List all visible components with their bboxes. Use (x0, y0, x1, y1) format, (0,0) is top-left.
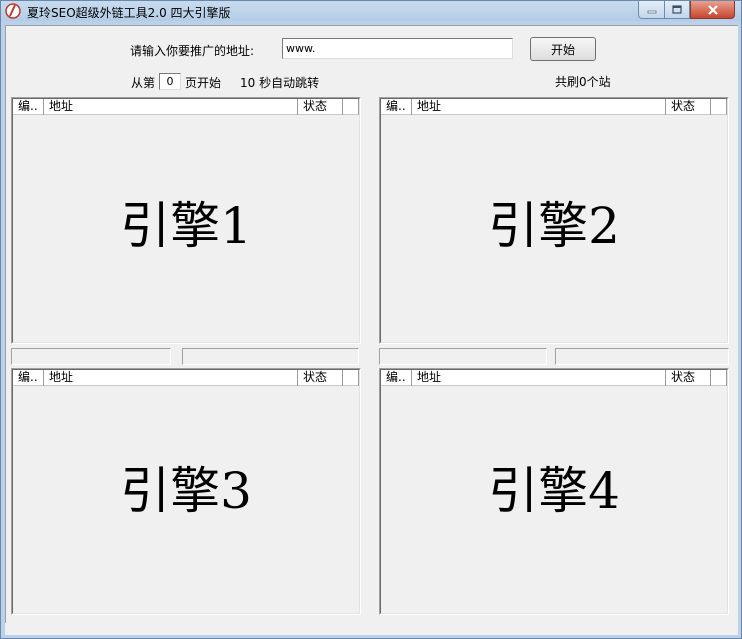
engine-2-status-segment (379, 348, 547, 365)
col-number-header[interactable]: 编.. (381, 99, 412, 115)
engine-4-header: 编.. 地址 状态 (381, 370, 727, 386)
close-icon (707, 4, 718, 15)
col-filler-header (711, 370, 727, 386)
col-status-header[interactable]: 状态 (298, 99, 343, 115)
col-filler-header (711, 99, 727, 115)
start-page-input[interactable] (159, 73, 181, 90)
engine-1-list[interactable]: 编.. 地址 状态 引擎1 (11, 97, 361, 344)
start-button[interactable]: 开始 (530, 37, 596, 61)
engine-1-header: 编.. 地址 状态 (13, 99, 359, 115)
engine-3-label: 引擎3 (120, 462, 252, 520)
engine-1-label: 引擎1 (120, 197, 252, 255)
col-number-header[interactable]: 编.. (381, 370, 412, 386)
close-button[interactable] (690, 1, 735, 19)
minimize-icon (647, 10, 656, 13)
col-status-header[interactable]: 状态 (666, 99, 711, 115)
status-bar (5, 623, 738, 635)
col-status-header[interactable]: 状态 (666, 370, 711, 386)
col-filler-header (343, 99, 359, 115)
engine-2-progress-segment (555, 348, 729, 365)
url-label: 请输入你要推广的地址: (130, 44, 255, 58)
col-address-header[interactable]: 地址 (44, 99, 298, 115)
from-page-label: 从第 (131, 76, 156, 90)
col-filler-header (343, 370, 359, 386)
col-address-header[interactable]: 地址 (44, 370, 298, 386)
url-input[interactable] (282, 38, 513, 59)
minimize-button[interactable] (638, 1, 665, 19)
engine-3-list[interactable]: 编.. 地址 状态 引擎3 (11, 368, 361, 615)
maximize-icon (672, 5, 682, 14)
window-title: 夏玲SEO超级外链工具2.0 四大引擎版 (27, 6, 231, 20)
engine-2-header: 编.. 地址 状态 (381, 99, 727, 115)
engine-1-progress-segment (182, 348, 359, 365)
col-address-header[interactable]: 地址 (412, 370, 666, 386)
col-number-header[interactable]: 编.. (13, 99, 44, 115)
title-bar[interactable]: 夏玲SEO超级外链工具2.0 四大引擎版 (1, 1, 741, 21)
auto-jump-label: 10 秒自动跳转 (240, 76, 320, 90)
engine-3-header: 编.. 地址 状态 (13, 370, 359, 386)
engine-4-list[interactable]: 编.. 地址 状态 引擎4 (379, 368, 729, 615)
col-address-header[interactable]: 地址 (412, 99, 666, 115)
col-number-header[interactable]: 编.. (13, 370, 44, 386)
engine-4-label: 引擎4 (488, 462, 620, 520)
engine-2-list[interactable]: 编.. 地址 状态 引擎2 (379, 97, 729, 344)
page-suffix-label: 页开始 (185, 76, 222, 90)
maximize-button[interactable] (664, 1, 690, 19)
col-status-header[interactable]: 状态 (298, 370, 343, 386)
app-logo-icon (5, 3, 21, 19)
total-count-label: 共刷0个站 (555, 75, 611, 89)
engine-2-label: 引擎2 (488, 197, 620, 255)
engine-1-status-segment (11, 348, 171, 365)
